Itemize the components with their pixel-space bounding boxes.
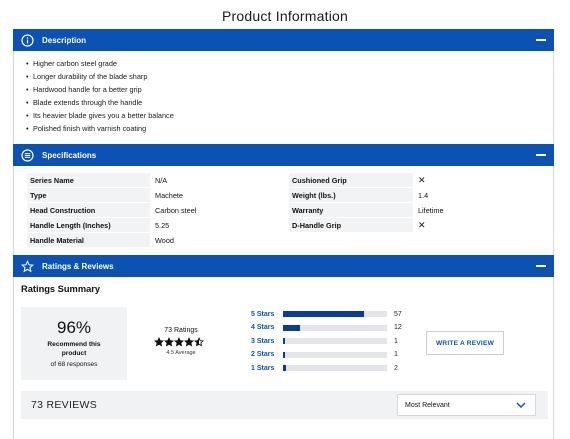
- description-section-header[interactable]: Description: [13, 29, 554, 51]
- list-icon: [20, 148, 34, 162]
- spec-row: Weight (lbs.) 1.4: [289, 188, 548, 202]
- star-outline-icon: [20, 259, 34, 273]
- histogram-track: [283, 311, 387, 317]
- description-item: Higher carbon steel grade: [26, 57, 174, 70]
- spec-label: Handle Material: [27, 233, 150, 247]
- sort-selected-value: Most Relevant: [405, 401, 450, 409]
- spec-value: Wood: [155, 235, 174, 245]
- specifications-section-header[interactable]: Specifications: [13, 144, 554, 166]
- spec-row: Handle Length (Inches) 5.25: [27, 218, 285, 232]
- histogram-count: 2: [394, 364, 398, 372]
- page-title: Product Information: [222, 8, 348, 24]
- description-item: Longer durability of the blade sharp: [26, 70, 174, 83]
- ratings-section-header[interactable]: Ratings & Reviews: [13, 255, 554, 277]
- description-list: Higher carbon steel grade Longer durabil…: [26, 57, 174, 135]
- histogram-count: 12: [394, 324, 402, 331]
- specifications-section-title: Specifications: [42, 150, 97, 160]
- spec-value: 1.4: [418, 190, 429, 200]
- description-item: Blade extends through the handle: [26, 96, 174, 109]
- histogram-row[interactable]: 2 Stars 1: [251, 350, 411, 360]
- spec-label: D-Handle Grip: [289, 218, 413, 232]
- recommend-responses: of 68 responses: [50, 361, 98, 368]
- collapse-icon[interactable]: [536, 265, 546, 267]
- histogram-star-label[interactable]: 3 Stars: [251, 338, 283, 345]
- spec-label: Weight (lbs.): [289, 188, 413, 202]
- spec-label: Handle Length (Inches): [27, 218, 150, 232]
- description-section-title: Description: [42, 35, 87, 45]
- collapse-icon[interactable]: [536, 39, 546, 41]
- histogram-fill: [283, 365, 286, 371]
- star-filled-icon: [154, 337, 164, 347]
- description-item: Polished finish with varnish coating: [26, 122, 174, 135]
- histogram-fill: [283, 324, 300, 331]
- spec-value: Machete: [155, 190, 183, 200]
- reviews-toolbar: 73 REVIEWS Most Relevant: [21, 391, 548, 419]
- spec-row: D-Handle Grip ✕: [289, 218, 548, 232]
- histogram-row[interactable]: 3 Stars 1: [251, 336, 411, 346]
- chevron-down-icon: [516, 401, 526, 411]
- close-icon: ✕: [418, 219, 426, 230]
- histogram-track: [283, 324, 387, 331]
- spec-value: Carbon steel: [155, 205, 197, 215]
- histogram-row[interactable]: 5 Stars 57: [251, 309, 411, 319]
- histogram-fill: [283, 311, 364, 317]
- ratings-section-title: Ratings & Reviews: [42, 261, 114, 271]
- star-filled-icon: [174, 337, 184, 347]
- histogram-row[interactable]: 4 Stars 12: [251, 323, 411, 333]
- recommend-percent: 96%: [56, 318, 92, 337]
- spec-value: Lifetime: [418, 205, 444, 215]
- spec-row: Series Name N/A: [27, 173, 285, 187]
- spec-label: Type: [27, 188, 150, 202]
- histogram-fill: [283, 338, 285, 344]
- spec-row: Type Machete: [27, 188, 285, 202]
- histogram-star-label[interactable]: 4 Stars: [251, 324, 283, 331]
- histogram-star-label[interactable]: 5 Stars: [251, 311, 283, 318]
- reviews-count: 73 REVIEWS: [31, 399, 98, 411]
- ratings-summary-title: Ratings Summary: [21, 284, 101, 294]
- star-filled-icon: [164, 337, 174, 347]
- histogram-count: 57: [394, 310, 402, 318]
- info-icon: [20, 33, 34, 47]
- histogram-star-label[interactable]: 2 Stars: [251, 351, 283, 358]
- average-label: 4.5 Average: [166, 350, 196, 356]
- close-icon: ✕: [418, 174, 426, 185]
- star-filled-icon: [184, 337, 194, 347]
- histogram-row[interactable]: 1 Stars 2: [251, 363, 411, 373]
- ratings-count: 73 Ratings: [164, 327, 198, 334]
- histogram-track: [283, 338, 387, 344]
- spec-row: Warranty Lifetime: [289, 203, 548, 217]
- spec-label: Series Name: [27, 173, 150, 187]
- collapse-icon[interactable]: [536, 154, 546, 156]
- spec-label: Cushioned Grip: [289, 173, 413, 187]
- histogram-count: 1: [394, 337, 398, 345]
- histogram-track: [283, 351, 387, 358]
- description-item: Its heavier blade gives you a better bal…: [26, 109, 174, 122]
- histogram-star-label[interactable]: 1 Stars: [251, 365, 283, 372]
- star-half-icon: [194, 337, 204, 347]
- description-item: Hardwood handle for a better grip: [26, 83, 174, 96]
- spec-label: Head Construction: [27, 203, 150, 217]
- sort-dropdown[interactable]: Most Relevant: [397, 394, 536, 416]
- average-rating-stars: [154, 337, 204, 347]
- recommend-label: Recommend this product: [47, 341, 101, 357]
- spec-row: Cushioned Grip ✕: [289, 173, 548, 187]
- histogram-fill: [283, 351, 285, 358]
- spec-row: Handle Material Wood: [27, 233, 285, 247]
- histogram-count: 1: [394, 351, 398, 358]
- spec-row: Head Construction Carbon steel: [27, 203, 285, 217]
- histogram-track: [283, 365, 387, 371]
- spec-value: 5.25: [155, 220, 170, 230]
- spec-label: Warranty: [289, 203, 413, 217]
- spec-value: N/A: [155, 175, 168, 185]
- recommend-box: 96% Recommend this product of 68 respons…: [21, 307, 127, 380]
- write-review-button[interactable]: WRITE A REVIEW: [426, 331, 504, 355]
